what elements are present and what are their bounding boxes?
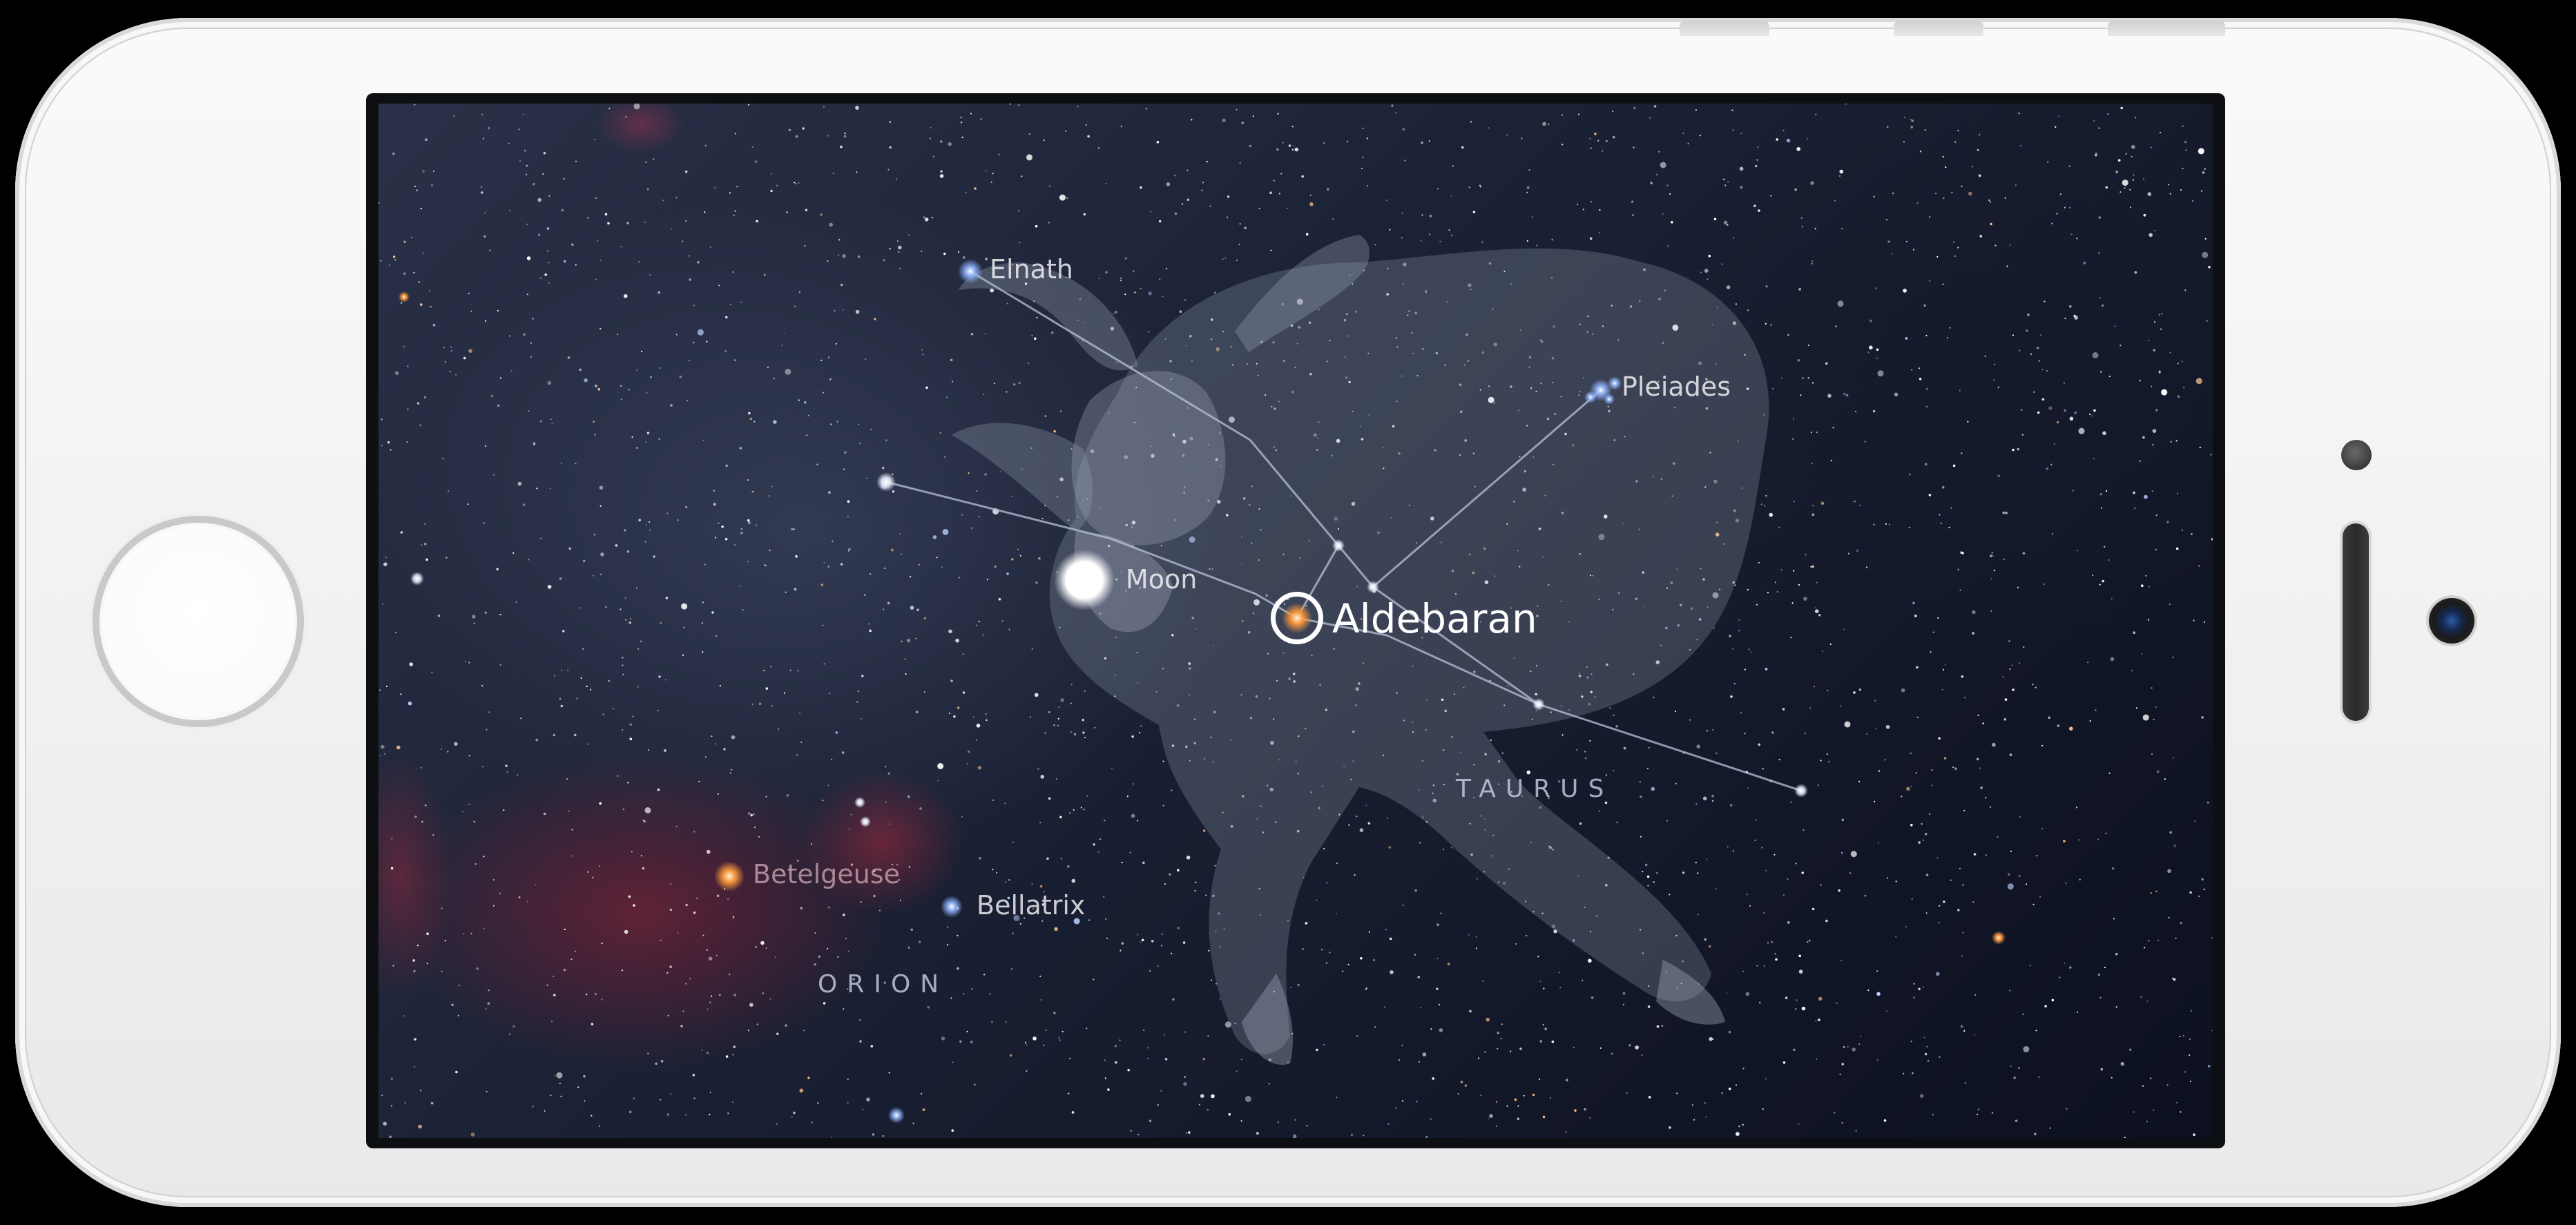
- pleiades-star-3: [1584, 391, 1597, 403]
- label-aldebaran[interactable]: Aldebaran: [1332, 595, 1537, 642]
- orange-star-right: [1992, 931, 2006, 945]
- elnath-star[interactable]: [958, 259, 983, 284]
- volume-down-button: [1894, 21, 1983, 36]
- label-moon[interactable]: Moon: [1126, 564, 1197, 595]
- bellatrix-star[interactable]: [941, 896, 963, 918]
- label-bellatrix[interactable]: Bellatrix: [977, 890, 1085, 920]
- orion-belt-star-1: [854, 797, 865, 808]
- proximity-sensor: [2341, 440, 2372, 470]
- bright-star-left: [410, 572, 424, 586]
- label-elnath[interactable]: Elnath: [990, 254, 1073, 284]
- orange-star-left: [398, 291, 410, 302]
- orion-belt-star-2: [860, 816, 871, 827]
- taurus-body-star: [1532, 698, 1545, 711]
- taurus-tail-star: [1794, 784, 1808, 798]
- taurus-hyades-star: [1367, 581, 1379, 593]
- orion-star-low: [888, 1107, 905, 1123]
- label-pleiades[interactable]: Pleiades: [1622, 372, 1731, 402]
- moon-icon[interactable]: [1054, 550, 1115, 610]
- earpiece-speaker: [2343, 523, 2369, 721]
- label-orion[interactable]: ORION: [818, 970, 948, 999]
- taurus-horn-star: [876, 472, 896, 492]
- label-betelgeuse[interactable]: Betelgeuse: [753, 859, 900, 889]
- pleiades-star-4: [1604, 394, 1615, 405]
- screenshot-stage: Elnath Pleiades Moon Aldebaran TAURUS Be…: [0, 0, 2576, 1225]
- taurus-eye-star: [1332, 539, 1345, 552]
- label-taurus[interactable]: TAURUS: [1456, 775, 1613, 803]
- sleep-wake-button: [2108, 21, 2225, 36]
- sky-view[interactable]: Elnath Pleiades Moon Aldebaran TAURUS Be…: [378, 104, 2213, 1138]
- betelgeuse-star[interactable]: [714, 861, 744, 891]
- home-button[interactable]: [93, 516, 304, 727]
- camera-icon: [2429, 598, 2474, 644]
- target-reticle-icon[interactable]: [1271, 592, 1323, 644]
- pleiades-star-2: [1608, 376, 1622, 390]
- volume-up-button: [1680, 21, 1769, 36]
